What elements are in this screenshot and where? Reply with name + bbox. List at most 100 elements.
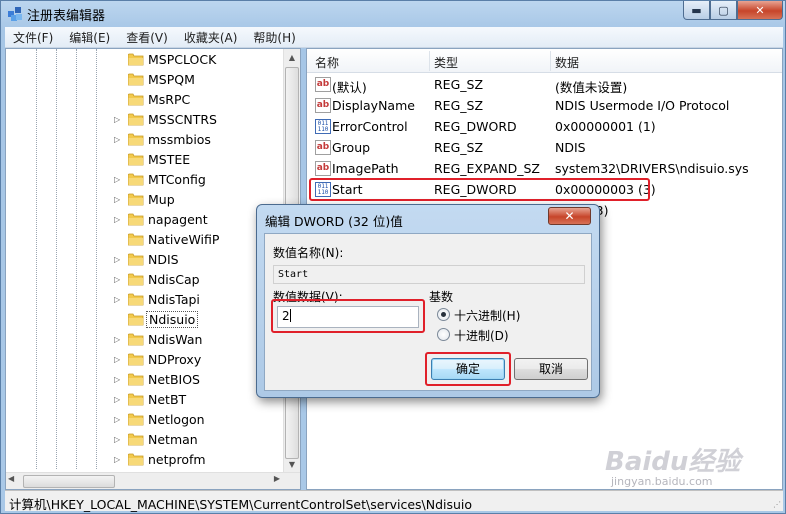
column-data-header[interactable]: 数据 [555, 54, 579, 71]
base-group-label: 基数 [429, 290, 454, 304]
scroll-thumb[interactable] [23, 475, 115, 488]
scroll-down-icon[interactable]: ▼ [284, 456, 300, 473]
tree-item[interactable]: ▷ NDProxy [6, 350, 286, 370]
tree-item[interactable]: ▷ NdisTapi [6, 290, 286, 310]
title-bar[interactable]: 注册表编辑器 ▬ ▢ ✕ [1, 1, 786, 27]
tree-item[interactable]: ▷ NetBT [6, 390, 286, 410]
folder-icon [128, 73, 144, 86]
tree-item[interactable]: Ndisuio [6, 310, 286, 330]
scroll-right-icon[interactable]: ▶ [274, 474, 280, 483]
value-row[interactable]: ab (默认) REG_SZ (数值未设置) [307, 74, 782, 95]
tree-item-label: Ndisuio [146, 311, 199, 328]
expand-arrow-icon[interactable]: ▷ [114, 355, 123, 364]
tree-item-label: NdisTapi [148, 292, 200, 307]
value-row[interactable]: 011 110 ErrorControl REG_DWORD 0x00000001 (… [307, 116, 782, 137]
tree-item[interactable]: ▷ mssmbios [6, 130, 286, 150]
expand-arrow-icon[interactable]: ▷ [114, 175, 123, 184]
watermark-logo: Baidu经验 [605, 447, 741, 477]
folder-icon [128, 133, 144, 146]
expand-arrow-icon[interactable]: ▷ [114, 295, 123, 304]
scroll-up-icon[interactable]: ▲ [284, 49, 300, 66]
tree-item[interactable]: ▷ napagent [6, 210, 286, 230]
cancel-button[interactable]: 取消 [514, 358, 588, 380]
expand-arrow-icon[interactable]: ▷ [114, 275, 123, 284]
expand-arrow-icon[interactable]: ▷ [114, 195, 123, 204]
tree-item[interactable]: ▷ MSSCNTRS [6, 110, 286, 130]
tree-item[interactable]: ▷ netprofm [6, 450, 286, 470]
close-button[interactable]: ✕ [737, 1, 783, 20]
status-bar: 计算机\HKEY_LOCAL_MACHINE\SYSTEM\CurrentCon… [5, 490, 783, 512]
resize-grip-icon[interactable]: ⋰ [773, 500, 781, 509]
value-type-cell: REG_SZ [434, 77, 484, 92]
value-type-cell: REG_SZ [434, 140, 484, 155]
value-data-cell: 0x00000001 (1) [555, 119, 656, 134]
expand-arrow-icon[interactable]: ▷ [114, 375, 123, 384]
value-row[interactable]: ab DisplayName REG_SZ NDIS Usermode I/O Pro… [307, 95, 782, 116]
folder-icon [128, 273, 144, 286]
tree-item[interactable]: ▷ NDIS [6, 250, 286, 270]
tree-item[interactable]: ▷ Netman [6, 430, 286, 450]
expand-arrow-icon[interactable]: ▷ [114, 255, 123, 264]
tree-item-label: NDProxy [148, 352, 202, 367]
value-data-cell: NDIS Usermode I/O Protocol [555, 98, 730, 113]
menu-file[interactable]: 文件(F) [5, 29, 61, 46]
start-row-highlight [309, 178, 650, 201]
menu-favorites[interactable]: 收藏夹(A) [176, 29, 246, 46]
dialog-close-button[interactable]: ✕ [548, 207, 591, 225]
tree-item[interactable]: ▷ Netlogon [6, 410, 286, 430]
value-row[interactable]: ab ImagePath REG_EXPAND_SZ system32\DRIVERS… [307, 158, 782, 179]
tree-item-label: Mup [148, 192, 175, 207]
column-divider[interactable] [429, 51, 430, 71]
scroll-left-icon[interactable]: ◀ [8, 474, 14, 483]
tree-item[interactable]: ▷ Mup [6, 190, 286, 210]
menu-view[interactable]: 查看(V) [118, 29, 176, 46]
column-divider[interactable] [550, 51, 551, 71]
menu-bar: 文件(F) 编辑(E) 查看(V) 收藏夹(A) 帮助(H) [5, 27, 783, 48]
tree-item-label: napagent [148, 212, 208, 227]
expand-arrow-icon[interactable]: ▷ [114, 415, 123, 424]
decimal-radio-label[interactable]: 十进制(D) [454, 327, 509, 344]
tree-item[interactable]: ▷ MTConfig [6, 170, 286, 190]
expand-arrow-icon[interactable]: ▷ [114, 115, 123, 124]
hex-radio[interactable] [437, 308, 450, 321]
expand-arrow-icon[interactable]: ▷ [114, 395, 123, 404]
value-data-cell: (数值未设置) [555, 80, 628, 95]
value-data-cell: NDIS [555, 140, 586, 155]
value-row[interactable]: ab Group REG_SZ NDIS [307, 137, 782, 158]
expand-arrow-icon[interactable]: ▷ [114, 455, 123, 464]
tree-item[interactable]: ▷ NetBIOS [6, 370, 286, 390]
expand-arrow-icon[interactable]: ▷ [114, 215, 123, 224]
tree-item-label: NativeWifiP [148, 232, 220, 247]
menu-edit[interactable]: 编辑(E) [61, 29, 118, 46]
tree-item[interactable]: ▷ NdisWan [6, 330, 286, 350]
folder-icon [128, 293, 144, 306]
dialog-body: 数值名称(N): Start 数值数据(V): 2 基数 十六进制(H) 十进制… [264, 233, 592, 391]
maximize-button[interactable]: ▢ [710, 1, 737, 20]
string-value-icon: ab [315, 161, 331, 176]
column-name-header[interactable]: 名称 [315, 54, 339, 71]
value-type-cell: REG_DWORD [434, 119, 517, 134]
expand-arrow-icon[interactable]: ▷ [114, 135, 123, 144]
tree-item[interactable]: MsRPC [6, 90, 286, 110]
tree-item[interactable]: MSTEE [6, 150, 286, 170]
column-type-header[interactable]: 类型 [434, 54, 458, 71]
tree-item-label: MsRPC [148, 92, 191, 107]
value-name-cell: (默认) [332, 80, 367, 95]
tree-item-label: NdisWan [148, 332, 203, 347]
folder-icon [128, 113, 144, 126]
minimize-button[interactable]: ▬ [683, 1, 710, 20]
tree-item[interactable]: MSPQM [6, 70, 286, 90]
tree-item[interactable]: NativeWifiP [6, 230, 286, 250]
tree-item-label: MTConfig [148, 172, 206, 187]
tree-item[interactable]: ▷ NdisCap [6, 270, 286, 290]
decimal-radio[interactable] [437, 328, 450, 341]
menu-help[interactable]: 帮助(H) [245, 29, 303, 46]
tree-item[interactable]: MSPCLOCK [6, 50, 286, 70]
expand-arrow-icon[interactable]: ▷ [114, 435, 123, 444]
status-path: 计算机\HKEY_LOCAL_MACHINE\SYSTEM\CurrentCon… [9, 497, 473, 512]
window-controls: ▬ ▢ ✕ [683, 1, 783, 20]
tree-horizontal-scrollbar[interactable]: ◀ ▶ [6, 472, 300, 489]
folder-icon [128, 433, 144, 446]
hex-radio-label[interactable]: 十六进制(H) [454, 307, 520, 324]
expand-arrow-icon[interactable]: ▷ [114, 335, 123, 344]
